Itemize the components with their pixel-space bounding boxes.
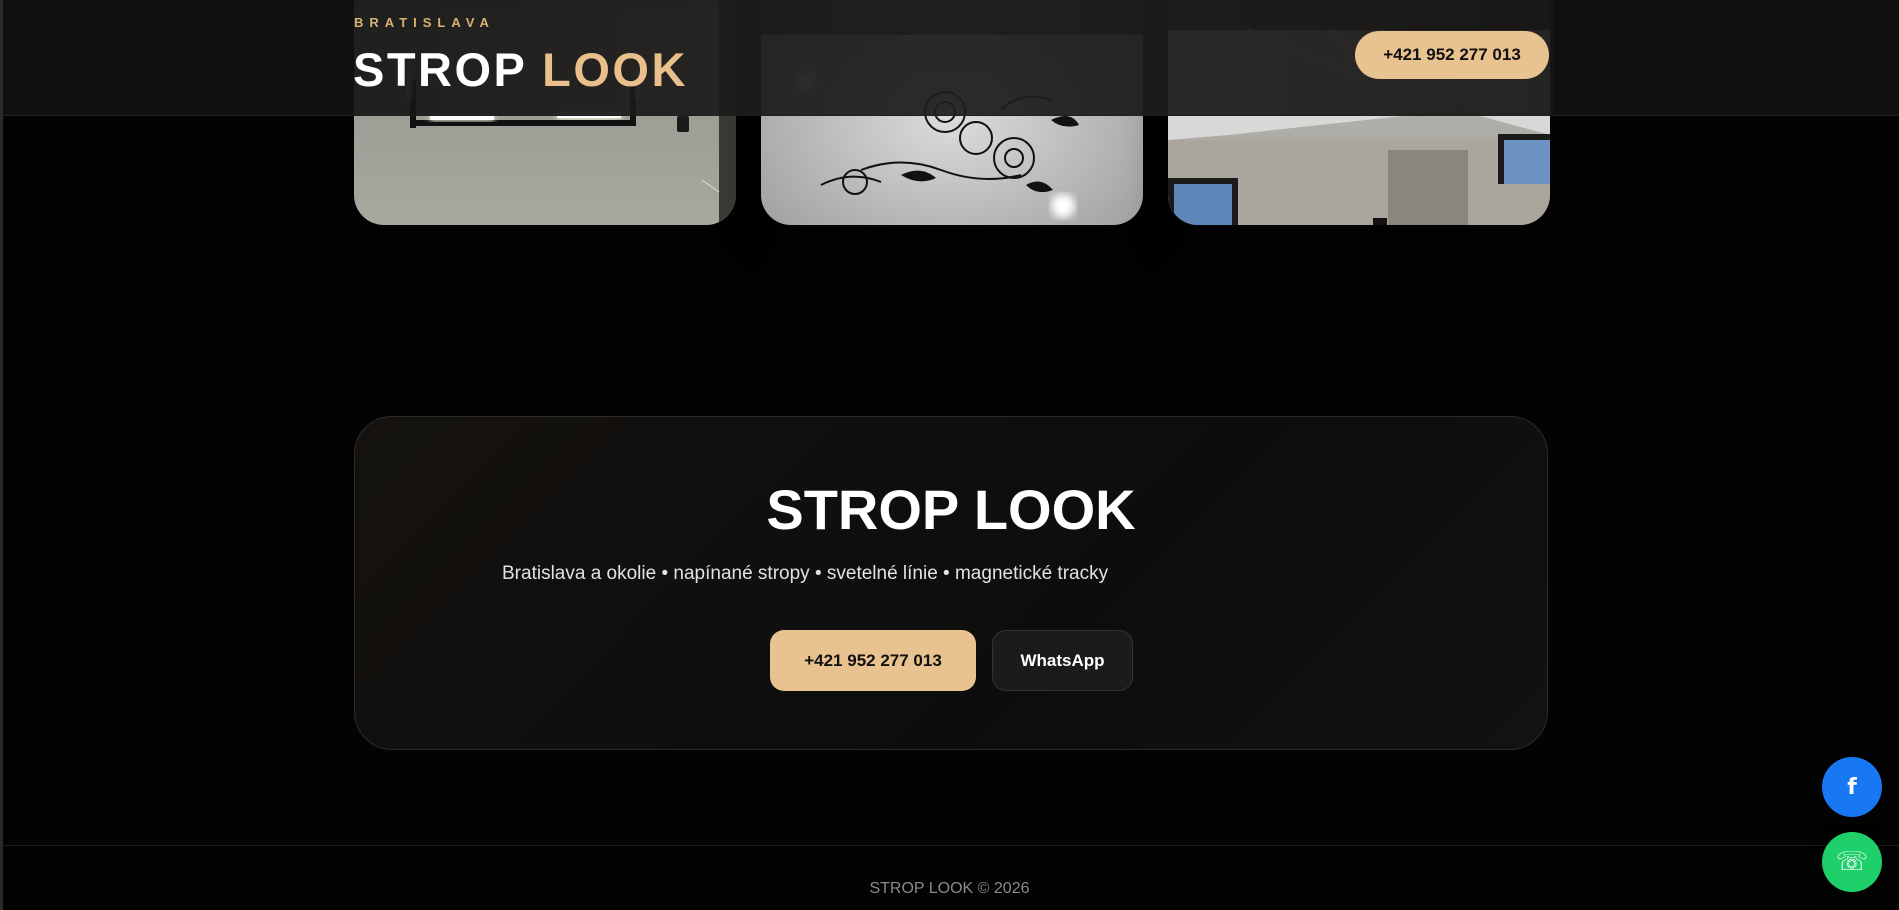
brand-word-1: STROP <box>353 43 527 96</box>
facebook-icon: f <box>1847 774 1857 800</box>
call-float-button[interactable]: ☏ <box>1822 832 1882 892</box>
contact-card-subtitle: Bratislava a okolie • napínané stropy • … <box>502 563 1109 584</box>
site-header <box>3 0 1899 116</box>
brand-kicker: BRATISLAVA <box>354 15 495 30</box>
contact-card-title: STROP LOOK <box>766 478 1136 541</box>
footer-divider <box>3 845 1899 846</box>
brand-word-2: LOOK <box>542 43 688 96</box>
brand-logo[interactable]: STROP LOOK <box>353 42 688 97</box>
contact-card: STROP LOOK Bratislava a okolie • napínan… <box>354 416 1548 750</box>
footer-copyright: STROP LOOK © 2026 <box>869 880 1030 897</box>
call-button[interactable]: +421 952 277 013 <box>770 630 976 691</box>
window-edge <box>0 0 3 910</box>
header-phone-button[interactable]: +421 952 277 013 <box>1355 31 1549 79</box>
phone-icon: ☏ <box>1835 847 1869 877</box>
whatsapp-button[interactable]: WhatsApp <box>992 630 1133 691</box>
facebook-float-button[interactable]: f <box>1822 757 1882 817</box>
